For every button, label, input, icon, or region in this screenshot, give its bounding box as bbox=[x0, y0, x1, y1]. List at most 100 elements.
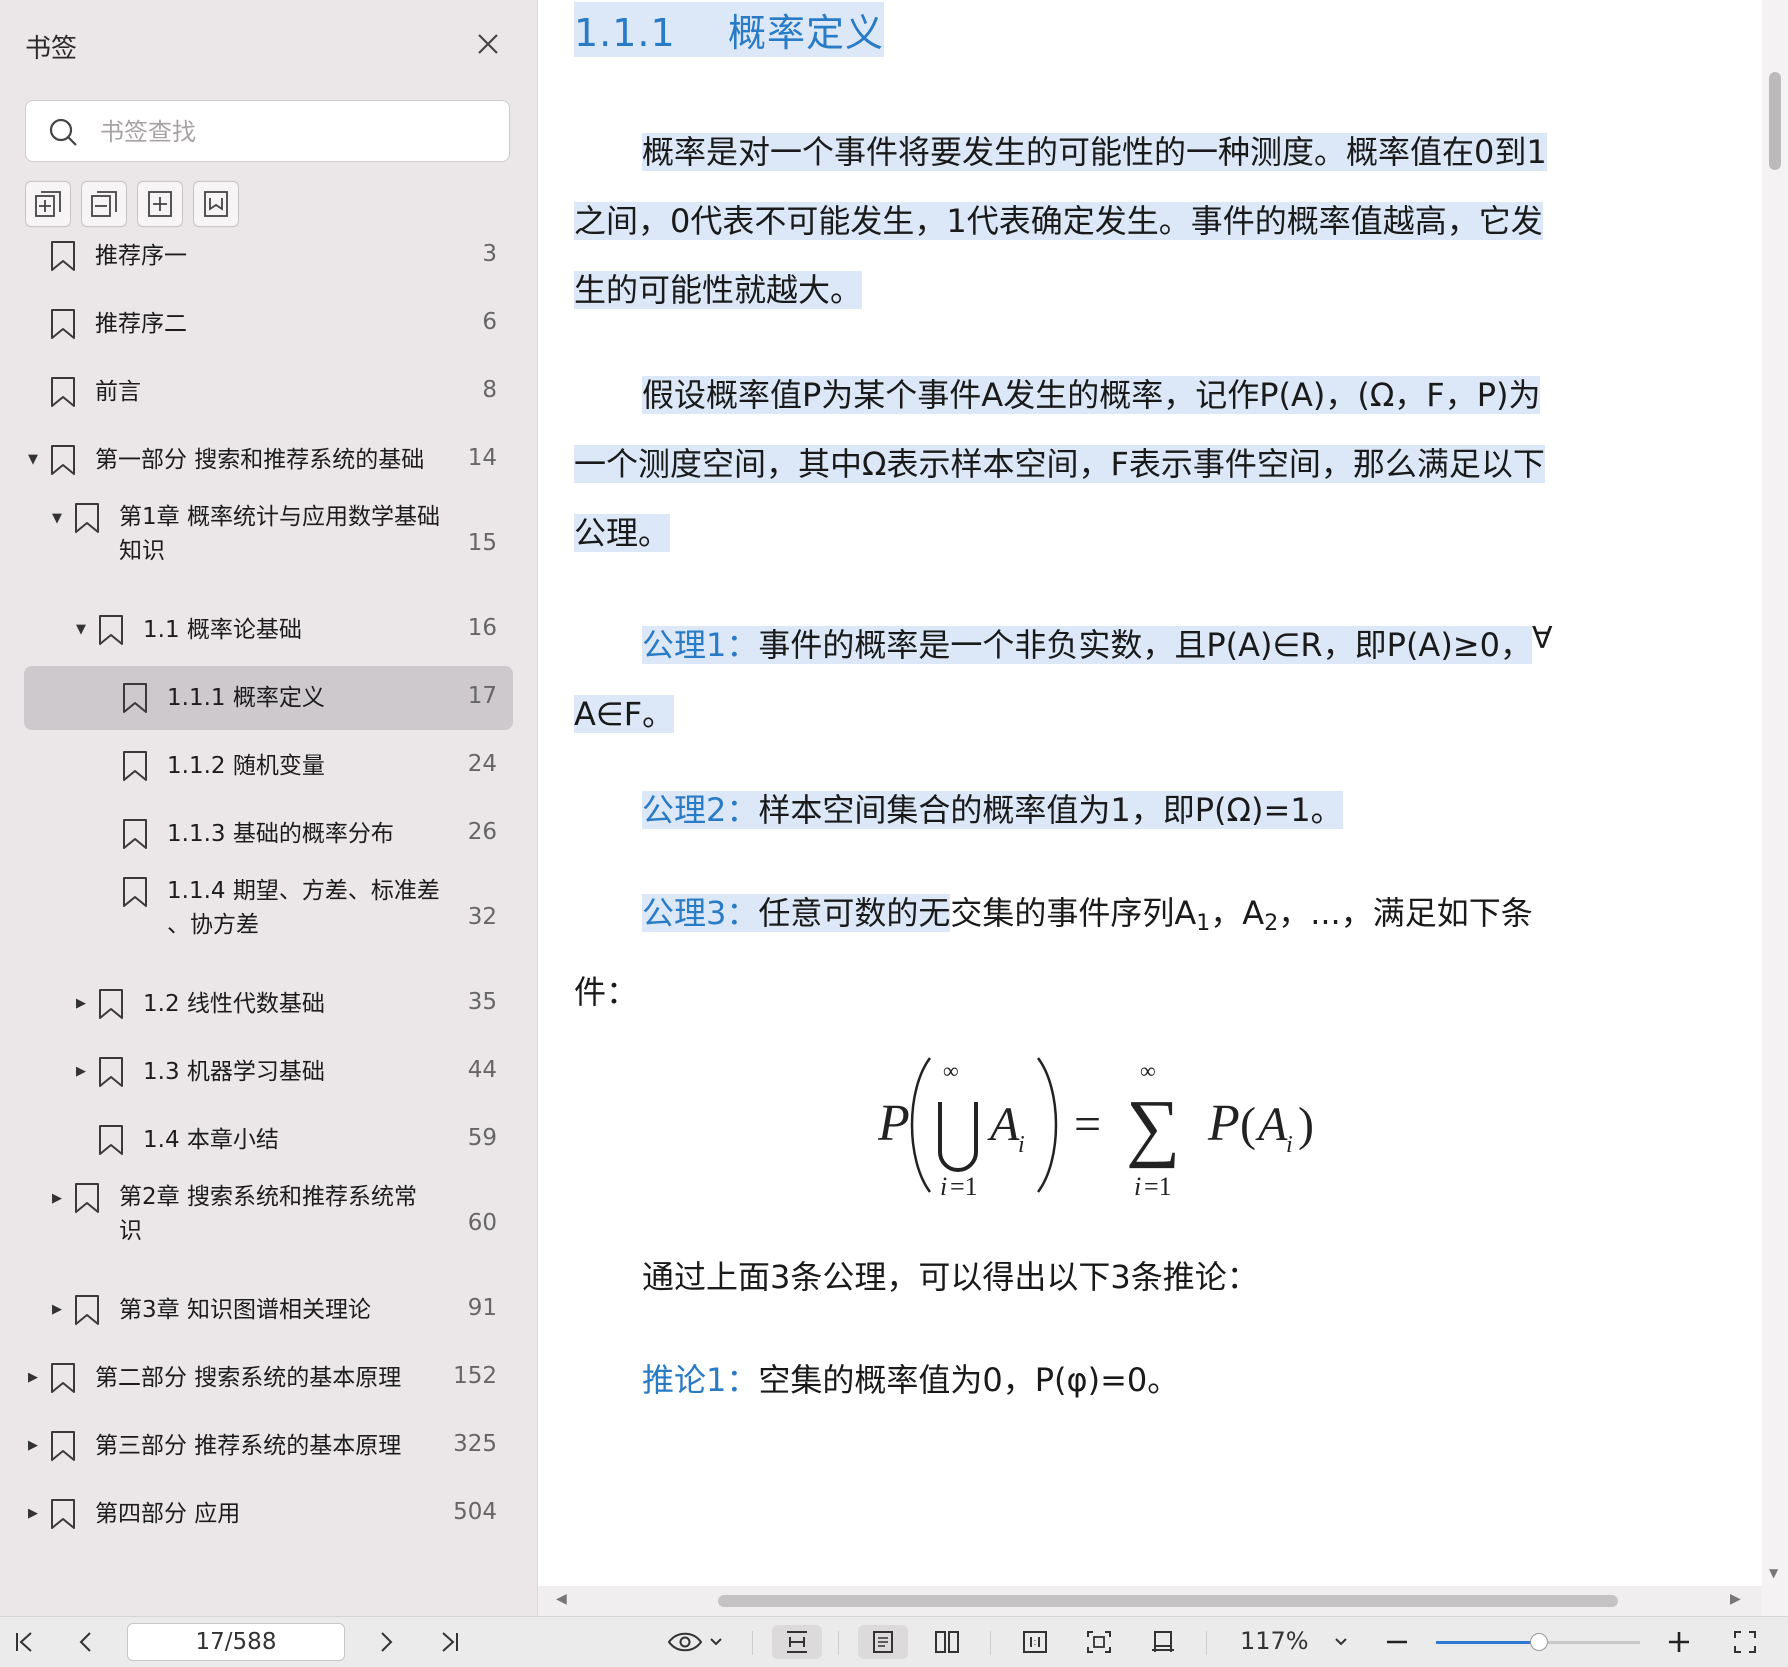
bookmark-icon bbox=[51, 1499, 75, 1529]
scroll-down-arrow-icon[interactable]: ▼ bbox=[1769, 1566, 1778, 1580]
svg-text:∞: ∞ bbox=[1140, 1058, 1156, 1083]
last-page-icon[interactable] bbox=[434, 1625, 466, 1659]
expand-arrow-icon[interactable]: ▶ bbox=[52, 1303, 66, 1317]
bookmark-item[interactable]: ▼ 1.1 概率论基础 16 bbox=[0, 596, 537, 664]
expand-arrow-icon[interactable]: ▶ bbox=[52, 1192, 66, 1206]
fit-page-icon[interactable] bbox=[1074, 1625, 1124, 1659]
axiom-2: 公理2：样本空间集合的概率值为1，即P(Ω)=1。 bbox=[574, 776, 1674, 845]
horizontal-scrollbar[interactable]: ◀ ▶ bbox=[538, 1586, 1762, 1616]
corollary-1-label: 推论1： bbox=[642, 1361, 759, 1399]
expand-arrow-icon[interactable]: ▶ bbox=[76, 997, 90, 1011]
bookmark-item[interactable]: ▶ 第四部分 应用 504 bbox=[0, 1480, 537, 1548]
svg-text:=1: =1 bbox=[950, 1172, 978, 1201]
bookmark-label-line: 第二部分 搜索系统的基本原理 bbox=[95, 1365, 402, 1391]
bookmark-icon bbox=[75, 1295, 99, 1325]
p2-line2: 一个测度空间，其中Ω表示样本空间，F表示事件空间，那么满足以下 bbox=[574, 445, 1545, 483]
fullscreen-icon[interactable] bbox=[1728, 1625, 1762, 1659]
bookmark-item[interactable]: ▶ 第三部分 推荐系统的基本原理 325 bbox=[0, 1412, 537, 1480]
actual-size-icon[interactable] bbox=[1010, 1625, 1060, 1659]
bookmark-tools bbox=[25, 181, 239, 227]
expand-arrow-icon[interactable]: ▶ bbox=[28, 1439, 42, 1453]
collapse-all-icon[interactable] bbox=[81, 181, 127, 227]
forall-symbol: ∀ bbox=[1531, 621, 1553, 656]
bookmark-icon bbox=[51, 241, 75, 271]
collapse-arrow-icon[interactable]: ▼ bbox=[76, 623, 90, 637]
close-icon[interactable] bbox=[472, 28, 504, 60]
bookmark-item[interactable]: ▶ 第2章 搜索系统和推荐系统常识 60 bbox=[0, 1174, 537, 1276]
axiom-1-line2: A∈F。 bbox=[574, 695, 675, 733]
bookmark-item[interactable]: 推荐序一 3 bbox=[0, 222, 537, 290]
bookmark-icon bbox=[99, 1125, 123, 1155]
expand-arrow-icon[interactable]: ▶ bbox=[28, 1371, 42, 1385]
zoom-out-icon[interactable] bbox=[1380, 1625, 1414, 1659]
svg-text:(: ( bbox=[1240, 1098, 1256, 1151]
two-page-icon[interactable] bbox=[922, 1625, 972, 1659]
corollary-intro: 通过上面3条公理，可以得出以下3条推论： bbox=[574, 1243, 1674, 1312]
expand-arrow-icon[interactable]: ▶ bbox=[28, 1507, 42, 1521]
bookmark-item[interactable]: 1.1.2 随机变量 24 bbox=[0, 732, 537, 800]
bookmark-item[interactable]: ▶ 第3章 知识图谱相关理论 91 bbox=[0, 1276, 537, 1344]
bookmark-label-line: 1.1.4 期望、方差、标准差 bbox=[167, 878, 440, 904]
bookmark-search-input[interactable] bbox=[98, 113, 492, 151]
bookmark-item[interactable]: ▼ 第1章 概率统计与应用数学基础 知识 15 bbox=[0, 494, 537, 596]
bookmark-item[interactable]: 前言 8 bbox=[0, 358, 537, 426]
svg-text:P: P bbox=[1207, 1095, 1240, 1152]
bookmark-page-number: 44 bbox=[467, 1057, 497, 1083]
zoom-dropdown-chevron-icon[interactable] bbox=[1328, 1625, 1354, 1659]
zoom-in-icon[interactable] bbox=[1662, 1625, 1696, 1659]
bookmark-label-line: 1.1.3 基础的概率分布 bbox=[167, 821, 394, 847]
bookmark-item[interactable]: 1.1.1 概率定义 17 bbox=[0, 664, 537, 732]
collapse-arrow-icon[interactable]: ▼ bbox=[52, 512, 66, 526]
bookmark-page-number: 26 bbox=[467, 819, 497, 845]
bookmark-page-number: 60 bbox=[467, 1210, 497, 1236]
bookmark-item[interactable]: ▶ 1.3 机器学习基础 44 bbox=[0, 1038, 537, 1106]
svg-text:i: i bbox=[1286, 1132, 1293, 1158]
bookmark-label-line: 1.1.1 概率定义 bbox=[167, 685, 325, 711]
bookmark-item[interactable]: ▼ 第一部分 搜索和推荐系统的基础 14 bbox=[0, 426, 537, 494]
countable-additivity-formula: P ∞ i =1 Ai = ∞ ∑ i =1 P ( Ai ) bbox=[878, 1057, 1314, 1201]
bookmark-label: 1.1.1 概率定义 bbox=[167, 681, 325, 715]
next-page-icon[interactable] bbox=[370, 1625, 402, 1659]
scroll-left-arrow-icon[interactable]: ◀ bbox=[556, 1591, 567, 1607]
bookmark-label-line: 前言 bbox=[95, 379, 141, 405]
p1-line3: 生的可能性就越大。 bbox=[574, 271, 863, 309]
zoom-level[interactable]: 117% bbox=[1240, 1627, 1309, 1655]
bookmark-search-box[interactable] bbox=[25, 100, 510, 162]
bookmark-item[interactable]: 1.4 本章小结 59 bbox=[0, 1106, 537, 1174]
expand-all-icon[interactable] bbox=[25, 181, 71, 227]
view-mode-eye-icon[interactable] bbox=[664, 1625, 728, 1659]
axiom-1-label: 公理1： bbox=[642, 626, 759, 664]
bookmark-label-line: 第2章 搜索系统和推荐系统常 bbox=[119, 1184, 417, 1210]
bookmark-item[interactable]: 1.1.4 期望、方差、标准差 、协方差 32 bbox=[0, 868, 537, 970]
horizontal-scroll-thumb[interactable] bbox=[718, 1595, 1618, 1607]
add-bookmark-icon[interactable] bbox=[137, 181, 183, 227]
expand-arrow-icon[interactable]: ▶ bbox=[76, 1065, 90, 1079]
zoom-slider[interactable] bbox=[1436, 1633, 1640, 1651]
page-number-input[interactable]: 17/588 bbox=[127, 1623, 345, 1661]
bookmark-item[interactable]: 1.1.3 基础的概率分布 26 bbox=[0, 800, 537, 868]
previous-page-icon[interactable] bbox=[70, 1625, 102, 1659]
single-page-icon[interactable] bbox=[858, 1625, 908, 1659]
vertical-scroll-thumb[interactable] bbox=[1769, 72, 1781, 170]
bookmark-page-number: 91 bbox=[467, 1295, 497, 1321]
bookmark-label-line: 识 bbox=[119, 1218, 142, 1244]
first-page-icon[interactable] bbox=[8, 1625, 40, 1659]
rotate-page-icon[interactable] bbox=[1138, 1625, 1188, 1659]
subscript-2: 2 bbox=[1264, 911, 1279, 936]
section-heading: 1.1.1 概率定义 bbox=[574, 2, 885, 57]
bookmark-icon[interactable] bbox=[193, 181, 239, 227]
collapse-arrow-icon[interactable]: ▼ bbox=[28, 453, 42, 467]
bookmark-icon bbox=[99, 615, 123, 645]
bookmark-item[interactable]: ▶ 1.2 线性代数基础 35 bbox=[0, 970, 537, 1038]
bookmark-label: 第3章 知识图谱相关理论 bbox=[119, 1293, 371, 1327]
axiom-3-highlighted: 任意可数的无 bbox=[758, 894, 951, 932]
fit-width-icon[interactable] bbox=[772, 1625, 822, 1659]
scroll-right-arrow-icon[interactable]: ▶ bbox=[1730, 1591, 1741, 1607]
vertical-scrollbar[interactable]: ▼ bbox=[1762, 0, 1788, 1616]
zoom-slider-handle[interactable] bbox=[1530, 1633, 1548, 1651]
svg-text:∑: ∑ bbox=[1126, 1085, 1180, 1169]
bookmark-label: 1.2 线性代数基础 bbox=[143, 987, 325, 1021]
bookmark-item[interactable]: 推荐序二 6 bbox=[0, 290, 537, 358]
bookmark-item[interactable]: ▶ 第二部分 搜索系统的基本原理 152 bbox=[0, 1344, 537, 1412]
svg-text:=: = bbox=[1074, 1098, 1101, 1151]
